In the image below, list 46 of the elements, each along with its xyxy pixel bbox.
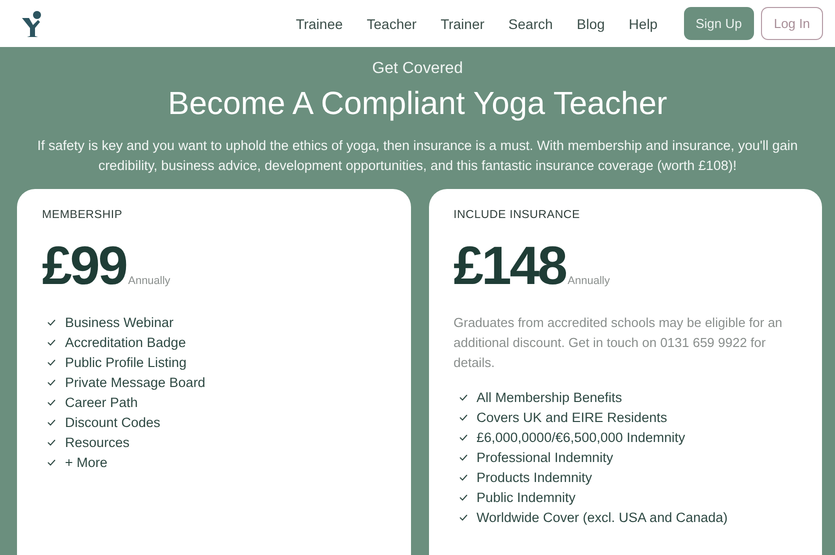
nav-link[interactable]: Search	[496, 16, 565, 32]
check-icon	[458, 394, 468, 400]
check-icon	[458, 514, 468, 520]
feature-text: Public Indemnity	[476, 490, 576, 504]
nav-link[interactable]: Teacher	[354, 16, 429, 32]
feature-text: £6,000,0000/€6,500,000 Indemnity	[476, 430, 686, 444]
billing-period: Annually	[128, 275, 170, 287]
check-icon	[47, 418, 56, 426]
check-icon	[47, 398, 56, 406]
check-icon	[47, 358, 56, 366]
plan-price: £99	[42, 235, 126, 297]
intro-paragraph: If safety is key and you want to uphold the ethics of yoga, then insurance is a must. With membership and insurance, you'll gain credibility, business advice, development opportunities, and this fantastic insurance coverage (worth £108)!	[36, 137, 799, 175]
check-icon	[458, 454, 468, 460]
section-eyebrow: Get Covered	[372, 60, 463, 78]
feature-text: Products Indemnity	[476, 470, 592, 484]
page-heading: Become A Compliant Yoga Teacher	[168, 85, 668, 122]
feature-text: Career Path	[65, 394, 138, 410]
feature-text: Resources	[65, 434, 130, 450]
check-icon	[47, 338, 56, 346]
check-icon	[458, 474, 468, 480]
feature-text: Professional Indemnity	[476, 450, 614, 464]
billing-period: Annually	[568, 275, 610, 287]
feature-text: All Membership Benefits	[476, 390, 622, 404]
feature-text: Worldwide Cover (excl. USA and Canada)	[476, 510, 728, 524]
nav-link[interactable]: Trainee	[284, 16, 355, 32]
plan-price: £148	[454, 235, 566, 297]
feature-text: Business Webinar	[65, 314, 174, 330]
check-icon	[47, 318, 56, 326]
feature-text: Accreditation Badge	[65, 334, 186, 350]
feature-text: Covers UK and EIRE Residents	[476, 410, 668, 424]
check-icon	[458, 434, 468, 440]
check-icon	[47, 438, 56, 446]
check-icon	[47, 378, 56, 386]
plan-label: INCLUDE INSURANCE	[454, 209, 582, 221]
nav-link[interactable]: Blog	[564, 16, 617, 32]
check-icon	[458, 494, 468, 500]
plan-note: Graduates from accredited schools may be eligible for an additional discount. Get in touch on 0131 659 9922 for details.	[454, 314, 784, 372]
check-icon	[47, 458, 56, 466]
plan-label: MEMBERSHIP	[42, 209, 124, 221]
feature-text: Private Message Board	[65, 374, 206, 390]
nav-link[interactable]: Help	[616, 16, 670, 32]
nav-link[interactable]: Trainer	[428, 16, 496, 32]
feature-text: Discount Codes	[65, 414, 160, 430]
feature-text: + More	[65, 454, 108, 470]
check-icon	[458, 414, 468, 420]
feature-text: Public Profile Listing	[65, 354, 187, 370]
